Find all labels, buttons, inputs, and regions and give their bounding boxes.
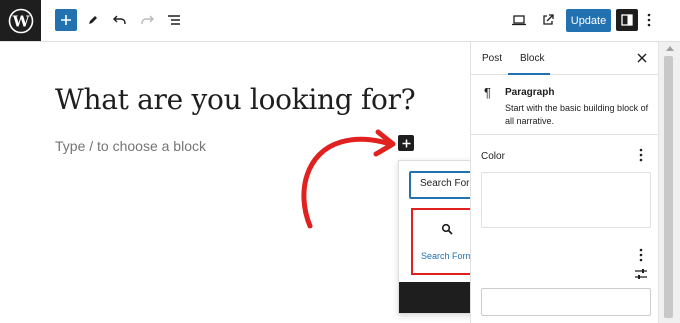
list-view-icon: [168, 15, 180, 25]
external-link-icon: [543, 14, 554, 25]
annotation-arrow-icon: [301, 129, 396, 229]
tab-block[interactable]: Block: [520, 53, 544, 64]
scroll-thumb[interactable]: [664, 56, 673, 318]
search-icon: [441, 223, 453, 235]
pilcrow-icon: ¶: [484, 85, 491, 100]
post-title[interactable]: What are you looking for?: [55, 83, 416, 116]
list-view-button[interactable]: [163, 9, 185, 31]
sliders-icon[interactable]: [634, 268, 648, 280]
inline-add-block-button[interactable]: [398, 135, 414, 151]
preview-button[interactable]: [508, 9, 530, 31]
view-post-button[interactable]: [537, 9, 559, 31]
block-card-description: Start with the basic building block of a…: [505, 103, 649, 126]
vertical-ellipsis-icon[interactable]: [637, 148, 645, 162]
add-block-button[interactable]: [55, 9, 77, 31]
plus-icon: [61, 15, 71, 25]
editor-header: W Update: [0, 0, 680, 42]
block-card-title: Paragraph: [505, 87, 555, 98]
settings-sidebar: Post Block ¶ Paragraph Start with the ba…: [470, 42, 658, 323]
tab-post[interactable]: Post: [482, 53, 502, 64]
update-button[interactable]: Update: [566, 9, 611, 32]
block-card: ¶ Paragraph Start with the basic buildin…: [471, 75, 658, 135]
close-icon[interactable]: [637, 53, 647, 63]
undo-icon: [113, 15, 126, 24]
page-scrollbar[interactable]: [658, 42, 680, 323]
undo-button[interactable]: [109, 9, 131, 31]
color-panel-title[interactable]: Color: [481, 151, 505, 162]
scroll-up-arrow-icon[interactable]: [666, 46, 674, 51]
sidebar-input-field[interactable]: [481, 288, 651, 316]
block-placeholder[interactable]: Type / to choose a block: [55, 138, 206, 154]
block-result-label: Search Form: [420, 250, 473, 261]
wordpress-logo-icon-svg: W: [8, 8, 33, 33]
sidebar-toggle-icon: [621, 14, 633, 26]
plus-icon: [402, 139, 410, 147]
tools-button[interactable]: [82, 9, 104, 31]
svg-text:W: W: [11, 12, 30, 30]
pencil-icon: [89, 16, 97, 24]
sidebar-tabs: Post Block: [471, 42, 658, 75]
vertical-ellipsis-icon: [647, 13, 651, 27]
settings-toggle-button[interactable]: [616, 9, 638, 31]
desktop-preview-icon: [512, 15, 526, 26]
options-button[interactable]: [643, 9, 655, 31]
redo-icon: [141, 15, 154, 24]
wordpress-logo-icon[interactable]: W: [0, 0, 41, 41]
redo-button[interactable]: [136, 9, 158, 31]
vertical-ellipsis-icon[interactable]: [637, 248, 645, 262]
color-options-panel[interactable]: [481, 172, 651, 228]
